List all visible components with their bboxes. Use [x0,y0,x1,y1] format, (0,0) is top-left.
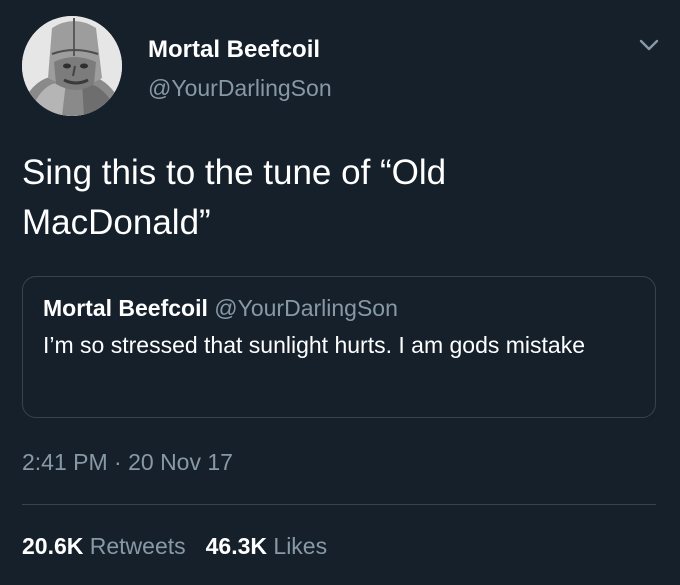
likes-label: Likes [273,533,328,559]
chevron-down-icon[interactable] [636,32,662,58]
quoted-display-name: Mortal Beefcoil [43,295,208,321]
avatar[interactable] [22,16,122,116]
quoted-tweet-card[interactable]: Mortal Beefcoil @YourDarlingSon I’m so s… [22,276,656,418]
tweet-stats: 20.6K Retweets 46.3K Likes [22,533,327,560]
retweets-stat[interactable]: 20.6K Retweets [22,533,186,559]
retweets-label: Retweets [89,533,186,559]
likes-count: 46.3K [205,533,268,559]
helmet-portrait-icon [22,16,122,116]
user-handle[interactable]: @YourDarlingSon [148,75,332,102]
quoted-tweet-text: I’m so stressed that sunlight hurts. I a… [43,332,586,358]
likes-stat[interactable]: 46.3K Likes [206,533,327,559]
tweet-text: Sing this to the tune of “Old MacDonald” [22,153,447,242]
tweet-timestamp[interactable]: 2:41 PM · 20 Nov 17 [22,449,233,476]
divider [22,504,656,505]
display-name[interactable]: Mortal Beefcoil [148,36,320,64]
quoted-tweet-header: Mortal Beefcoil @YourDarlingSon [43,295,398,322]
retweets-count: 20.6K [22,533,84,559]
quoted-user-handle: @YourDarlingSon [214,295,398,321]
